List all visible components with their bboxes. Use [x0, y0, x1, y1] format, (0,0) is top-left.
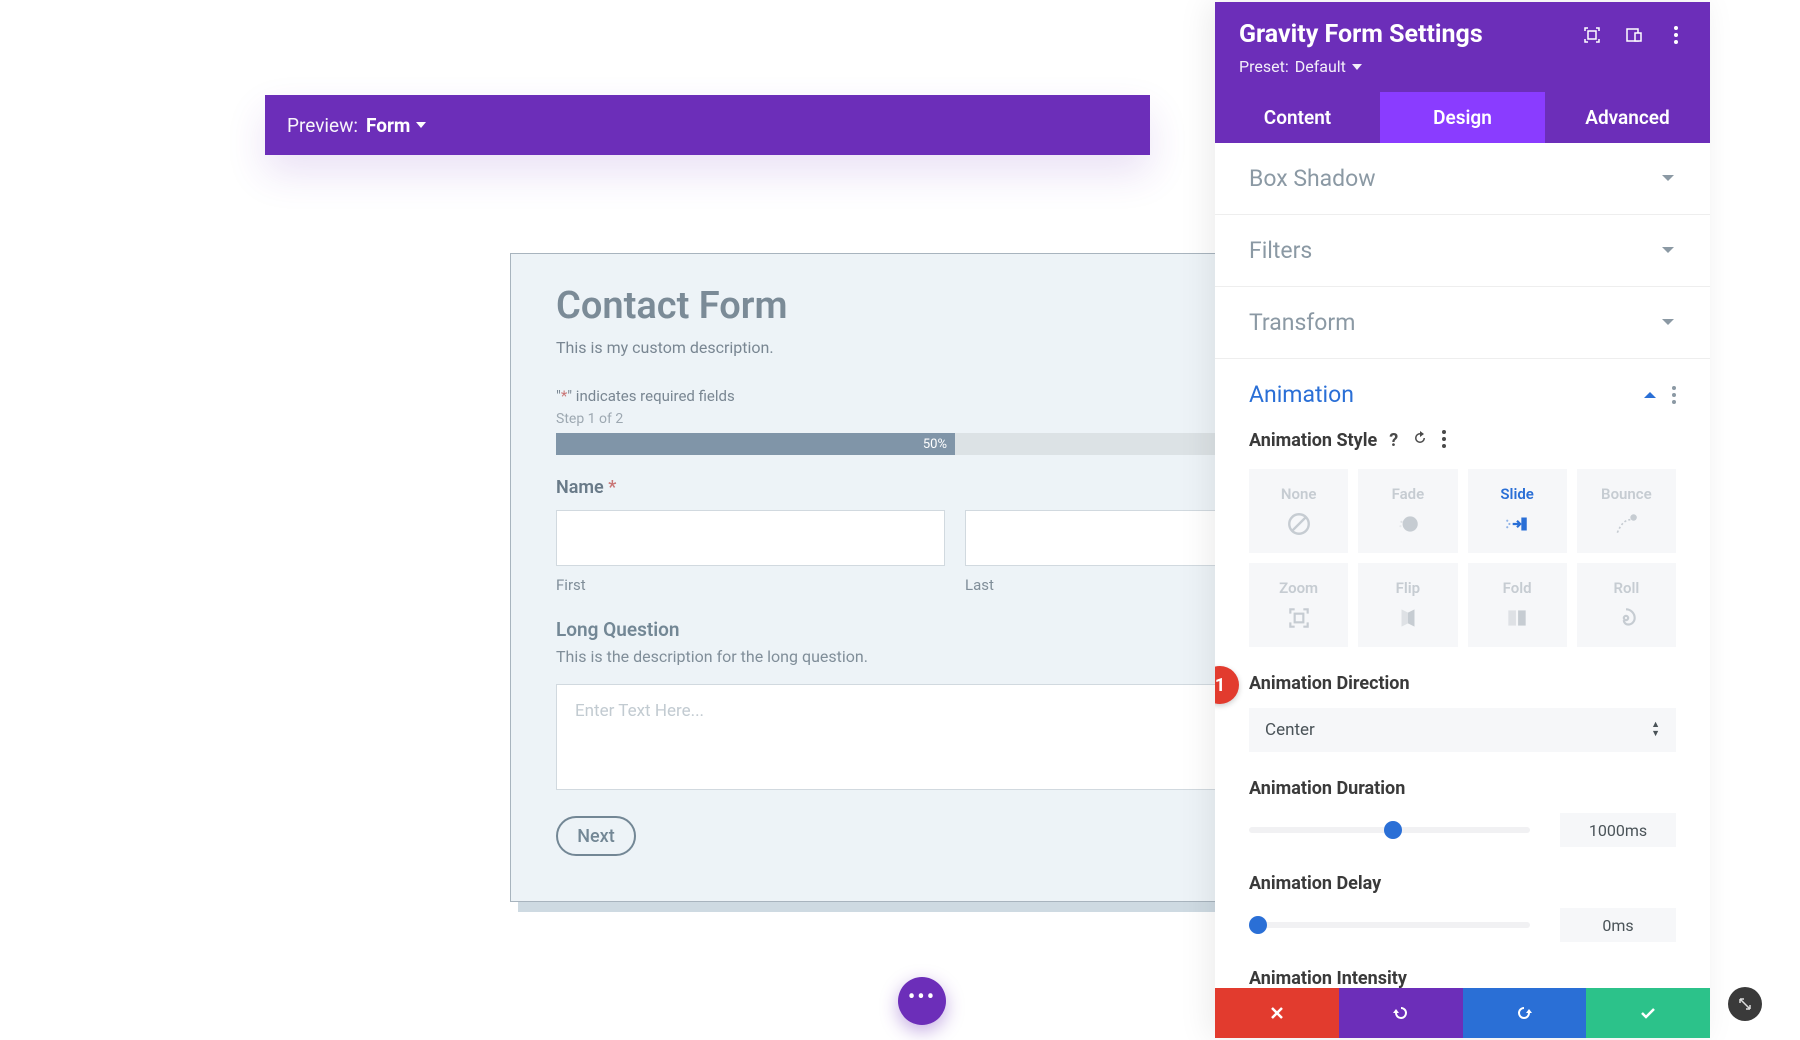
- tab-advanced[interactable]: Advanced: [1545, 92, 1710, 143]
- first-name-sublabel: First: [556, 576, 945, 594]
- next-button[interactable]: Next: [556, 816, 636, 856]
- preset-selector[interactable]: Preset: Default: [1239, 57, 1686, 76]
- anim-style-zoom[interactable]: Zoom: [1249, 563, 1348, 647]
- more-icon[interactable]: [1442, 430, 1446, 451]
- animation-direction-select[interactable]: Center ▲▼: [1249, 708, 1676, 752]
- panel-tabs: Content Design Advanced: [1215, 92, 1710, 143]
- sections-scroll[interactable]: 1 Box Shadow Filters Transform Animation: [1215, 143, 1710, 988]
- redo-button[interactable]: [1463, 988, 1587, 1038]
- panel-header: Gravity Form Settings Preset: Default: [1215, 2, 1710, 92]
- more-icon[interactable]: [1672, 386, 1676, 404]
- section-transform[interactable]: Transform: [1215, 287, 1710, 359]
- tab-content[interactable]: Content: [1215, 92, 1380, 143]
- anim-style-fold[interactable]: Fold: [1468, 563, 1567, 647]
- chevron-down-icon: [1660, 309, 1676, 336]
- section-box-shadow[interactable]: Box Shadow: [1215, 143, 1710, 215]
- caret-down-icon: [1352, 64, 1362, 70]
- animation-duration-slider[interactable]: [1249, 827, 1530, 833]
- updown-icon: ▲▼: [1651, 722, 1660, 738]
- animation-duration-value[interactable]: 1000ms: [1560, 813, 1676, 847]
- animation-delay-label: Animation Delay: [1249, 873, 1676, 894]
- slide-icon: [1504, 511, 1530, 537]
- fold-icon: [1504, 605, 1530, 631]
- anim-style-none[interactable]: None: [1249, 469, 1348, 553]
- flip-icon: [1395, 605, 1421, 631]
- chevron-down-icon: [1660, 165, 1676, 192]
- preview-bar[interactable]: Preview: Form: [265, 95, 1150, 155]
- tab-design[interactable]: Design: [1380, 92, 1545, 143]
- section-animation[interactable]: Animation Animation Style ?: [1215, 359, 1710, 988]
- save-button[interactable]: [1586, 988, 1710, 1038]
- zoom-icon: [1286, 605, 1312, 631]
- anim-style-fade[interactable]: Fade: [1358, 469, 1457, 553]
- chevron-down-icon: [1660, 237, 1676, 264]
- hover-icon[interactable]: [1582, 25, 1602, 45]
- responsive-icon[interactable]: [1624, 25, 1644, 45]
- floating-actions-button[interactable]: •••: [898, 977, 946, 1025]
- preview-value[interactable]: Form: [366, 114, 426, 137]
- anim-style-roll[interactable]: Roll: [1577, 563, 1676, 647]
- first-name-input[interactable]: [556, 510, 945, 566]
- animation-delay-value[interactable]: 0ms: [1560, 908, 1676, 942]
- anim-style-bounce[interactable]: Bounce: [1577, 469, 1676, 553]
- none-icon: [1286, 511, 1312, 537]
- reset-icon[interactable]: [1412, 430, 1428, 451]
- more-icon[interactable]: [1666, 25, 1686, 45]
- animation-direction-label: Animation Direction: [1249, 673, 1676, 694]
- chevron-up-icon: [1642, 381, 1658, 408]
- animation-style-label: Animation Style ?: [1249, 430, 1676, 451]
- fade-icon: [1395, 511, 1421, 537]
- section-filters[interactable]: Filters: [1215, 215, 1710, 287]
- caret-down-icon: [416, 122, 426, 128]
- roll-icon: [1613, 605, 1639, 631]
- anim-style-flip[interactable]: Flip: [1358, 563, 1457, 647]
- panel-footer: [1215, 988, 1710, 1038]
- preview-label: Preview:: [287, 114, 358, 137]
- animation-intensity-label: Animation Intensity: [1249, 968, 1676, 988]
- resize-handle[interactable]: [1728, 987, 1762, 1021]
- undo-button[interactable]: [1339, 988, 1463, 1038]
- help-icon[interactable]: ?: [1389, 430, 1398, 451]
- close-button[interactable]: [1215, 988, 1339, 1038]
- panel-title: Gravity Form Settings: [1239, 20, 1483, 49]
- settings-panel: Gravity Form Settings Preset: Default Co…: [1215, 2, 1710, 1038]
- animation-delay-slider[interactable]: [1249, 922, 1530, 928]
- anim-style-slide[interactable]: Slide: [1468, 469, 1567, 553]
- animation-duration-label: Animation Duration: [1249, 778, 1676, 799]
- bounce-icon: [1613, 511, 1639, 537]
